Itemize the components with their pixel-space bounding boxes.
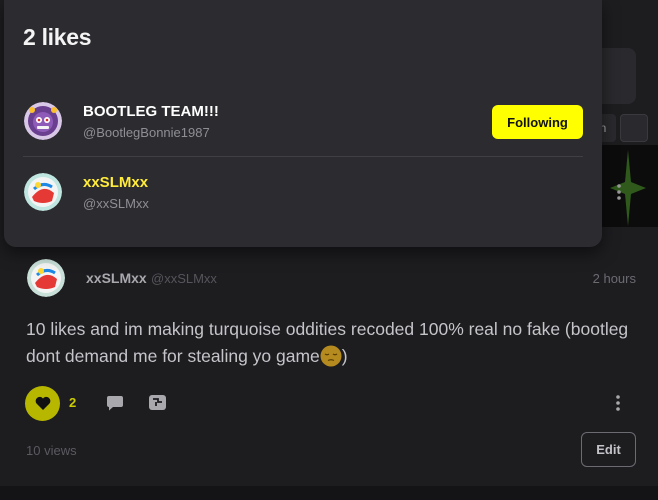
post-body: 10 likes and im making turquoise odditie… xyxy=(26,316,636,370)
comment-icon[interactable] xyxy=(106,394,124,412)
remix-icon[interactable] xyxy=(148,393,167,412)
liker-handle: @xxSLMxx xyxy=(83,196,149,211)
like-button[interactable] xyxy=(25,386,60,421)
page-background-strip xyxy=(0,486,658,500)
like-count[interactable]: 2 xyxy=(69,395,76,410)
view-count: 10 views xyxy=(26,443,77,458)
more-vertical-icon[interactable] xyxy=(612,393,624,413)
following-button[interactable]: Following xyxy=(492,105,583,139)
liker-name[interactable]: BOOTLEG TEAM!!! xyxy=(83,103,219,120)
post-timestamp: 2 hours xyxy=(592,271,636,286)
avatar[interactable] xyxy=(24,102,62,140)
popup-title: 2 likes xyxy=(23,24,92,50)
post-author-name[interactable]: xxSLMxx xyxy=(86,270,147,286)
avatar[interactable] xyxy=(24,173,62,211)
avatar[interactable] xyxy=(27,259,65,297)
liker-name[interactable]: xxSLMxx xyxy=(83,174,148,191)
more-vertical-icon[interactable] xyxy=(615,183,623,201)
post-body-end: ) xyxy=(341,346,348,366)
likes-popup: 2 likes BOOTLEG TEAM!!! @BootlegBonnie19… xyxy=(4,0,602,247)
post-author-handle: @xxSLMxx xyxy=(151,271,217,286)
heart-icon xyxy=(35,396,50,410)
list-item[interactable]: xxSLMxx @xxSLMxx xyxy=(4,157,602,227)
background-chip-icon xyxy=(620,114,648,142)
liker-handle: @BootlegBonnie1987 xyxy=(83,125,210,140)
edit-button[interactable]: Edit xyxy=(581,432,636,467)
list-item[interactable]: BOOTLEG TEAM!!! @BootlegBonnie1987 Follo… xyxy=(4,86,602,156)
pensive-face-emoji xyxy=(320,345,342,367)
